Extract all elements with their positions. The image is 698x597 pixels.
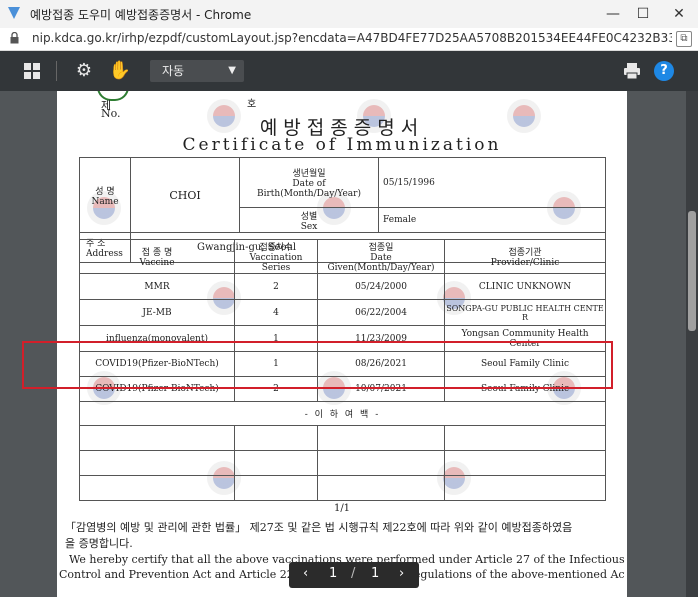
dob-label-ko: 생년월일 <box>292 169 326 179</box>
close-button[interactable]: ✕ <box>664 2 694 26</box>
minimize-button[interactable]: — <box>598 2 628 26</box>
scrollbar-thumb[interactable] <box>688 211 696 331</box>
maximize-button[interactable]: ☐ <box>628 2 658 26</box>
column-header: 접종차수 Vaccination Series <box>234 239 318 274</box>
table-row: JE-MB 4 06/22/2004 SONGPA-GU PUBLIC HEAL… <box>79 299 606 326</box>
series-cell: 1 <box>234 325 318 352</box>
vaccine-cell: MMR <box>79 273 235 300</box>
table-row: COVID19(Pfizer-BioNTech) 2 10/07/2021 Se… <box>79 376 606 402</box>
date-cell: 11/23/2009 <box>317 325 445 352</box>
empty-row <box>79 425 606 451</box>
sex-label-ko: 성별 <box>300 211 318 222</box>
table-row: MMR 2 05/24/2000 CLINIC UNKNOWN <box>79 273 606 300</box>
address-bar: nip.kdca.go.kr/irhp/ezpdf/customLayout.j… <box>0 28 698 51</box>
date-cell: 05/24/2000 <box>317 273 445 300</box>
provider-cell: SONGPA-GU PUBLIC HEALTH CENTE R <box>444 299 606 326</box>
name-label-ko: 성 명 <box>95 186 115 197</box>
app-shield-icon <box>8 7 20 19</box>
zoom-select[interactable]: 자동 ▼ <box>150 60 244 82</box>
table-header-row: 접 종 명 Vaccine 접종차수 Vaccination Series 접종일 D… <box>79 239 606 274</box>
vaccination-table: 접 종 명 Vaccine 접종차수 Vaccination Series 접종일 D… <box>79 239 606 501</box>
statement-ko-line1: 「감염병의 예방 및 관리에 관한 법률」 제27조 및 같은 법 시행규칙 제… <box>65 521 573 534</box>
print-icon[interactable] <box>620 59 644 83</box>
vaccine-cell: JE-MB <box>79 299 235 326</box>
table-row: COVID19(Pfizer-BioNTech) 1 08/26/2021 Se… <box>79 351 606 377</box>
name-value: CHOI <box>130 157 240 233</box>
provider-cell: Seoul Family Clinic <box>444 351 606 377</box>
zoom-value: 자동 <box>162 64 185 78</box>
provider-cell: Yongsan Community Health Center <box>444 325 606 352</box>
help-button[interactable]: ? <box>654 61 674 81</box>
provider-cell: Seoul Family Clinic <box>444 376 606 402</box>
page-navigator: ‹ 1 / 1 › <box>289 562 419 588</box>
series-cell: 1 <box>234 351 318 377</box>
end-marker: - 이 하 여 백 - <box>79 401 606 426</box>
hand-tool-icon[interactable]: ✋ <box>108 59 132 83</box>
series-cell: 2 <box>234 376 318 402</box>
window-titlebar: 예방접종 도우미 예방접종증명서 - Chrome — ☐ ✕ <box>0 0 698 29</box>
date-cell: 10/07/2021 <box>317 376 445 402</box>
table-row: influenza(monovalent) 1 11/23/2009 Yongs… <box>79 325 606 352</box>
vaccine-cell: COVID19(Pfizer-BioNTech) <box>79 376 235 402</box>
dob-label-en: Date of Birth(Month/Day/Year) <box>257 179 361 199</box>
name-label-en: Name <box>91 196 119 207</box>
window-title: 예방접종 도우미 예방접종증명서 - Chrome <box>30 8 252 22</box>
column-header: 접종일 Date Given(Month/Day/Year) <box>317 239 445 274</box>
next-page-button[interactable]: › <box>399 566 404 581</box>
pdf-page: 제 No. 호 예방접종증명서 Certificate of Immunizat… <box>22 91 627 597</box>
date-cell: 06/22/2004 <box>317 299 445 326</box>
pdf-toolbar: ⚙ ✋ 자동 ▼ ? <box>0 51 698 91</box>
chevron-down-icon: ▼ <box>228 65 236 76</box>
page-count: 1/1 <box>333 503 351 514</box>
number-suffix: 호 <box>247 99 257 110</box>
sex-label-en: Sex <box>300 221 318 232</box>
title-en: Certificate of Immunization <box>182 135 502 155</box>
vaccine-cell: influenza(monovalent) <box>79 325 235 352</box>
gear-icon[interactable]: ⚙ <box>72 59 96 83</box>
toolbar-divider <box>56 61 57 81</box>
name-label: 성 명 Name <box>79 157 131 233</box>
current-page[interactable]: 1 <box>329 566 337 581</box>
dob-value: 05/15/1996 <box>378 157 606 208</box>
dob-label: 생년월일 Date of Birth(Month/Day/Year) <box>239 157 379 208</box>
empty-row <box>79 475 606 501</box>
vaccine-cell: COVID19(Pfizer-BioNTech) <box>79 351 235 377</box>
series-cell: 2 <box>234 273 318 300</box>
lock-icon <box>10 32 19 44</box>
url-text[interactable]: nip.kdca.go.kr/irhp/ezpdf/customLayout.j… <box>32 31 672 45</box>
column-header: 접종기관 Provider/Clinic <box>444 239 606 274</box>
sex-value: Female <box>378 207 606 233</box>
series-cell: 4 <box>234 299 318 326</box>
vertical-scrollbar[interactable] <box>686 91 698 597</box>
empty-row <box>79 450 606 476</box>
total-pages: 1 <box>371 566 380 581</box>
date-cell: 08/26/2021 <box>317 351 445 377</box>
page-separator: / <box>351 566 356 581</box>
column-header: 접 종 명 Vaccine <box>79 239 235 274</box>
thumbnails-icon[interactable] <box>20 59 44 83</box>
open-external-icon[interactable]: ⧉ <box>676 31 692 47</box>
provider-cell: CLINIC UNKNOWN <box>444 273 606 300</box>
sex-label: 성별 Sex <box>239 207 379 233</box>
pdf-viewer[interactable]: 제 No. 호 예방접종증명서 Certificate of Immunizat… <box>0 91 698 597</box>
statement-ko-line2: 을 증명합니다. <box>65 537 133 550</box>
end-marker-row: - 이 하 여 백 - <box>79 401 606 426</box>
prev-page-button[interactable]: ‹ <box>303 566 308 581</box>
